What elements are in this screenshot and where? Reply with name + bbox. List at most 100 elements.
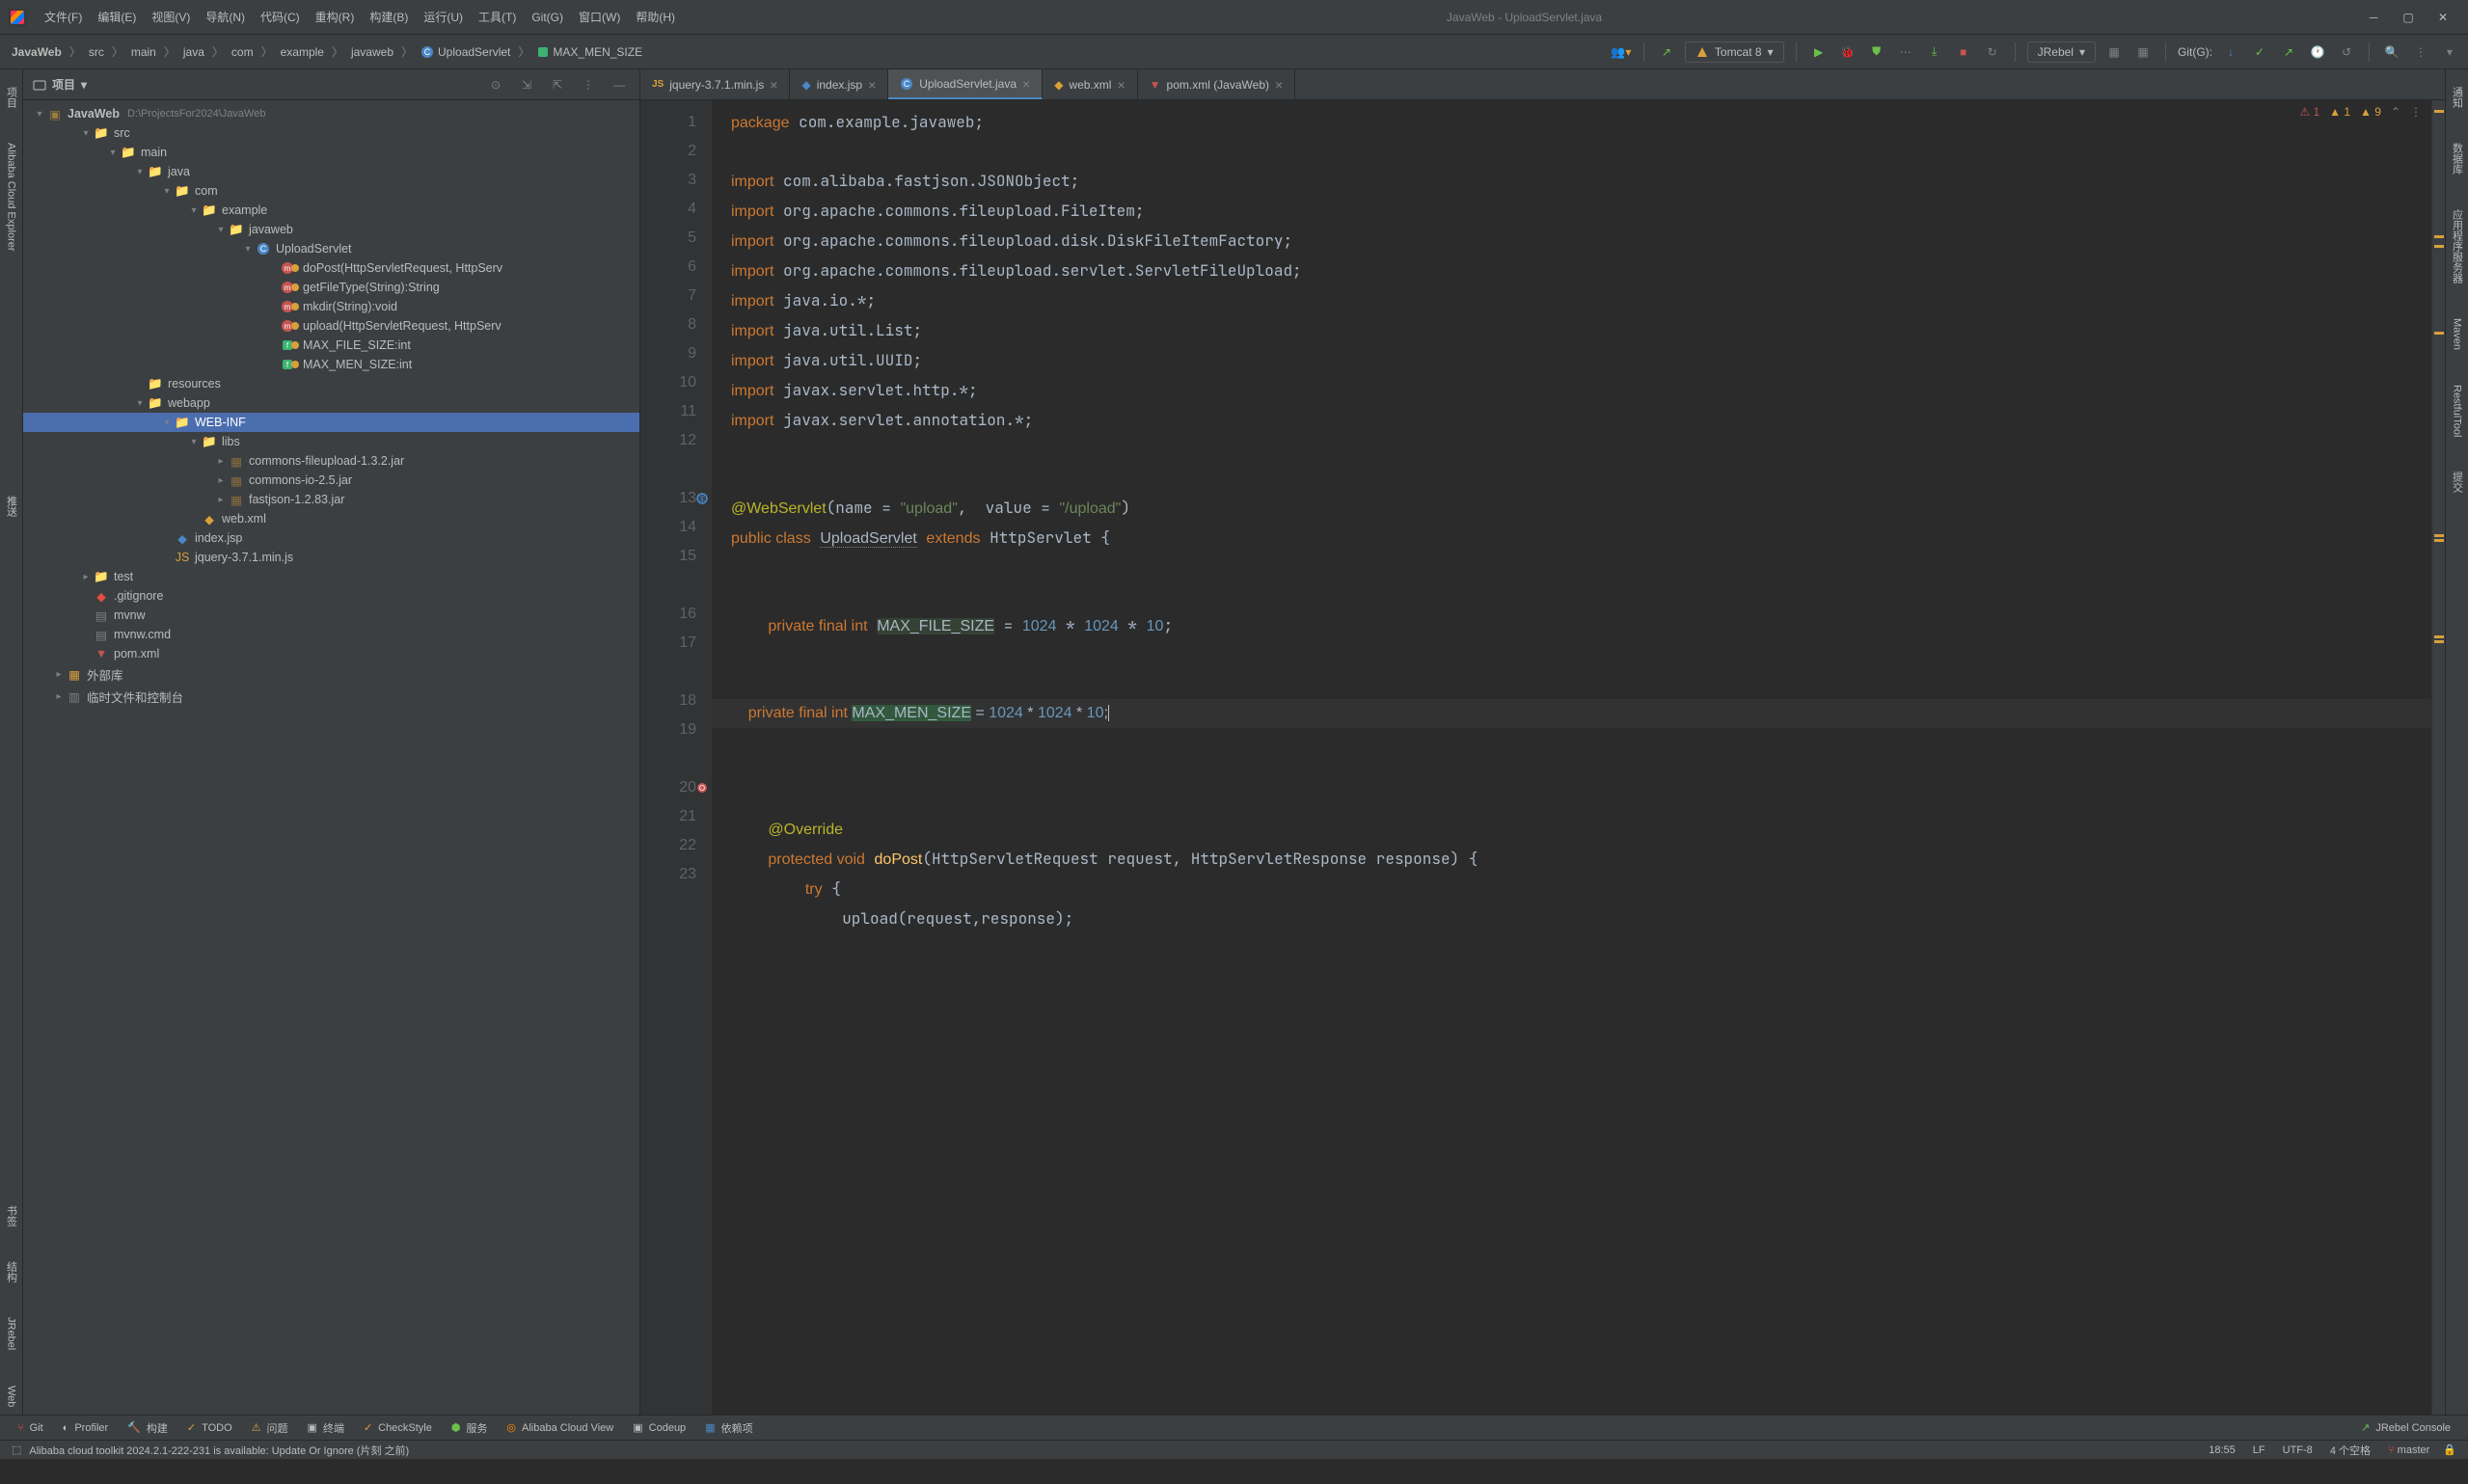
breadcrumb-item[interactable]: example [277, 43, 328, 61]
git-rollback-icon[interactable]: ↺ [2336, 41, 2357, 63]
maximize-button[interactable]: ▢ [2400, 10, 2416, 25]
settings-icon[interactable]: ⋮ [2410, 41, 2431, 63]
breadcrumb-item[interactable]: MAX_MEN_SIZE [533, 43, 646, 61]
breadcrumb-item[interactable]: JavaWeb [8, 43, 66, 61]
tree-node[interactable]: ▾📁webapp [23, 393, 639, 413]
sidebar-jrebel[interactable]: JRebel [4, 1309, 19, 1358]
tree-node[interactable]: fMAX_MEN_SIZE:int [23, 355, 639, 374]
tree-node[interactable]: ◆index.jsp [23, 528, 639, 548]
tree-node[interactable]: JSjquery-3.7.1.min.js [23, 548, 639, 567]
bottom-services[interactable]: ⬢服务 [442, 1417, 498, 1439]
notification-text[interactable]: Alibaba cloud toolkit 2024.2.1-222-231 i… [29, 1443, 409, 1458]
more-run-button[interactable]: ↻ [1982, 41, 2003, 63]
tree-node[interactable]: ▸▦外部库 [23, 663, 639, 686]
menu-nav[interactable]: 导航(N) [198, 5, 253, 29]
attach-button[interactable]: ⤓ [1924, 41, 1945, 63]
editor-tab[interactable]: ▼pom.xml (JavaWeb)× [1138, 69, 1296, 99]
tab-close-icon[interactable]: × [1022, 76, 1030, 92]
jrebel-rocket-icon[interactable]: ↗ [1656, 41, 1677, 63]
tree-node[interactable]: ▸▦commons-fileupload-1.3.2.jar [23, 451, 639, 471]
menu-tools[interactable]: 工具(T) [471, 5, 524, 29]
more-icon[interactable]: ▾ [2439, 41, 2460, 63]
tree-node[interactable]: ▸▥临时文件和控制台 [23, 686, 639, 708]
menu-git[interactable]: Git(G) [524, 7, 571, 28]
tree-node[interactable]: mgetFileType(String):String [23, 278, 639, 297]
menu-file[interactable]: 文件(F) [37, 5, 90, 29]
users-icon[interactable]: 👥▾ [1611, 41, 1632, 63]
jrebel-run-icon[interactable]: ▦ [2103, 41, 2125, 63]
breadcrumb-item[interactable]: C UploadServlet [417, 43, 514, 61]
panel-settings-icon[interactable]: ⋮ [578, 74, 599, 95]
sidebar-push[interactable]: 推送 [2, 488, 21, 525]
status-branch[interactable]: ⑂ master [2388, 1444, 2429, 1456]
tree-node[interactable]: ▤mvnw.cmd [23, 625, 639, 644]
status-lock-icon[interactable]: 🔒 [2443, 1444, 2456, 1456]
tree-node[interactable]: ▸▦commons-io-2.5.jar [23, 471, 639, 490]
tree-node[interactable]: ▸📁test [23, 567, 639, 586]
coverage-button[interactable]: ⛊ [1866, 41, 1887, 63]
git-update-icon[interactable]: ↓ [2220, 41, 2241, 63]
git-commit-icon[interactable]: ✓ [2249, 41, 2270, 63]
override-gutter-icon[interactable]: O [696, 782, 708, 794]
tree-node[interactable]: ◆.gitignore [23, 586, 639, 606]
bottom-deps[interactable]: ▦依赖项 [695, 1417, 762, 1439]
sidebar-project[interactable]: 项目 [2, 79, 21, 116]
tab-close-icon[interactable]: × [1117, 77, 1125, 93]
inspection-more-icon[interactable]: ⋮ [2410, 105, 2422, 119]
bottom-terminal[interactable]: ▣终端 [298, 1417, 354, 1439]
sidebar-database[interactable]: 数据库 [2448, 135, 2467, 182]
inspection-error-icon[interactable]: ⚠ 1 [2299, 105, 2319, 119]
search-everywhere-icon[interactable]: 🔍 [2381, 41, 2402, 63]
tab-close-icon[interactable]: × [1275, 77, 1283, 93]
breadcrumb-item[interactable]: com [228, 43, 258, 61]
sidebar-alibaba[interactable]: Alibaba Cloud Explorer [4, 135, 19, 259]
breadcrumb-item[interactable]: javaweb [347, 43, 397, 61]
editor-tab[interactable]: ◆web.xml× [1043, 69, 1137, 99]
tree-node[interactable]: ▾📁libs [23, 432, 639, 451]
breadcrumb-item[interactable]: src [85, 43, 108, 61]
inspection-expand-icon[interactable]: ⌃ [2391, 105, 2400, 119]
editor-tab[interactable]: ◆index.jsp× [790, 69, 888, 99]
jrebel-dropdown[interactable]: JRebel ▾ [2027, 41, 2096, 63]
tree-node[interactable]: mmkdir(String):void [23, 297, 639, 316]
run-configuration[interactable]: Tomcat 8 ▾ [1685, 41, 1784, 63]
status-linecol[interactable]: 18:55 [2209, 1444, 2236, 1456]
breadcrumb-item[interactable]: main [127, 43, 160, 61]
tree-node[interactable]: ◆web.xml [23, 509, 639, 528]
tree-node[interactable]: ▼pom.xml [23, 644, 639, 663]
collapse-icon[interactable]: ⇱ [547, 74, 568, 95]
sidebar-commit[interactable]: 提交 [2448, 464, 2467, 500]
sidebar-notifications[interactable]: 通知 [2448, 79, 2467, 116]
status-indent[interactable]: 4 个空格 [2330, 1443, 2371, 1458]
menu-help[interactable]: 帮助(H) [628, 5, 683, 29]
status-lf[interactable]: LF [2253, 1444, 2265, 1456]
tree-node[interactable]: ▤mvnw [23, 606, 639, 625]
profile-button[interactable]: ⋯ [1895, 41, 1916, 63]
debug-button[interactable]: 🐞 [1837, 41, 1858, 63]
menu-window[interactable]: 窗口(W) [571, 5, 628, 29]
tree-node[interactable]: ▾📁main [23, 143, 639, 162]
bottom-checkstyle[interactable]: ✓CheckStyle [354, 1418, 442, 1437]
expand-icon[interactable]: ⇲ [516, 74, 537, 95]
gutter[interactable]: 123456789101112 131415 1617 1819 2021222… [640, 100, 712, 1415]
menu-run[interactable]: 运行(U) [416, 5, 471, 29]
breadcrumb-item[interactable]: java [179, 43, 208, 61]
jrebel-debug-icon[interactable]: ▦ [2132, 41, 2154, 63]
bottom-alibaba-cloud[interactable]: ◎Alibaba Cloud View [497, 1418, 623, 1437]
editor-tab[interactable]: JSjquery-3.7.1.min.js× [640, 69, 790, 99]
sidebar-restful[interactable]: RestfulTool [2450, 377, 2465, 445]
menu-edit[interactable]: 编辑(E) [90, 5, 144, 29]
tree-node[interactable]: ▸▦fastjson-1.2.83.jar [23, 490, 639, 509]
project-tree[interactable]: ▾ ▣ JavaWeb D:\ProjectsFor2024\JavaWeb ▾… [23, 100, 639, 1415]
sidebar-web[interactable]: Web [4, 1378, 19, 1415]
scroll-indicator[interactable] [2431, 100, 2445, 1415]
minimize-button[interactable]: ─ [2366, 10, 2381, 25]
menu-refactor[interactable]: 重构(R) [308, 5, 363, 29]
bottom-profiler[interactable]: ◐Profiler [53, 1419, 119, 1437]
run-button[interactable]: ▶ [1808, 41, 1830, 63]
editor-tab[interactable]: CUploadServlet.java× [888, 69, 1043, 99]
web-gutter-icon[interactable] [696, 493, 708, 504]
sidebar-bookmarks[interactable]: 书签 [2, 1198, 21, 1234]
bottom-problems[interactable]: ⚠问题 [242, 1417, 298, 1439]
tree-root[interactable]: ▾ ▣ JavaWeb D:\ProjectsFor2024\JavaWeb [23, 104, 639, 123]
